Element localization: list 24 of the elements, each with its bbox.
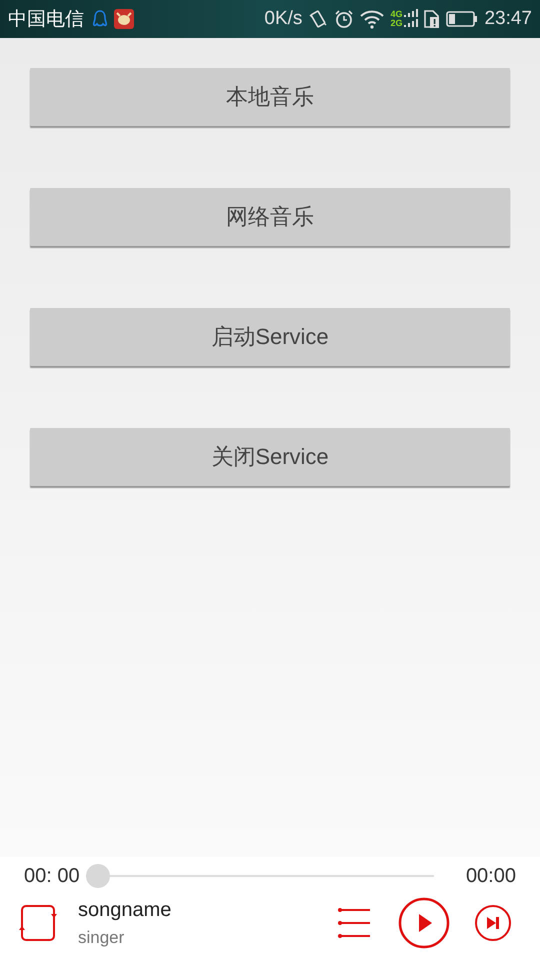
menu-button[interactable]: 关闭Service [30,428,510,486]
menu-button[interactable]: 网络音乐 [30,188,510,246]
song-title: songname [78,898,172,922]
clock-time: 23:47 [484,8,532,30]
carrier-name: 中国电信 [8,8,84,32]
signal-icon [404,9,418,29]
app-icon [114,9,134,29]
network-speed: 0K/s [264,8,302,30]
duration-time: 00:00 [466,864,516,888]
vibrate-icon [308,9,328,29]
play-button-icon[interactable] [398,897,450,949]
menu-button[interactable]: 启动Service [30,308,510,366]
playlist-icon[interactable] [338,908,370,938]
next-track-icon[interactable] [474,904,512,942]
elapsed-time: 00: 00 [24,864,80,888]
slider-thumb[interactable] [86,864,110,888]
battery-icon [446,11,478,27]
menu-button[interactable]: 本地音乐 [30,68,510,126]
alarm-icon [334,9,354,29]
singer-name: singer [78,928,126,948]
network-type-label: 4G [390,10,402,19]
network-type-label: 2G [390,19,402,28]
wifi-icon [360,9,384,29]
sim-alert-icon [424,9,440,29]
